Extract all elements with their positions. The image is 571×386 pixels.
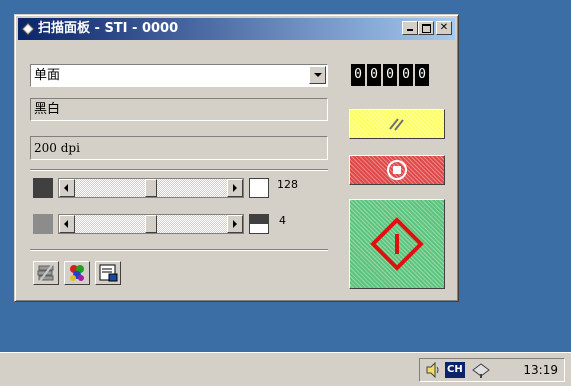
title-bar[interactable]: 扫描面板 - STI - 0000 ✕: [18, 18, 455, 40]
start-scan-button[interactable]: [349, 199, 445, 289]
clock: 13:19: [523, 363, 558, 377]
stop-icon: [387, 160, 407, 180]
minimize-button[interactable]: [402, 21, 418, 35]
scan-mode-select[interactable]: 单面: [30, 64, 328, 87]
divider: [30, 169, 328, 171]
contrast-value: 4: [279, 214, 286, 227]
brightness-light-icon: [249, 178, 269, 198]
app-icon: [21, 22, 35, 36]
scan-panel-window: 扫描面板 - STI - 0000 ✕ 单面 0 0 0 0 0 黑白 200 …: [14, 14, 459, 302]
slider-left-button[interactable]: [59, 215, 75, 233]
preview-button[interactable]: [95, 261, 121, 285]
contrast-slider[interactable]: [58, 214, 244, 234]
chevron-down-icon[interactable]: [309, 66, 326, 84]
close-button[interactable]: ✕: [436, 21, 452, 35]
brightness-slider-thumb[interactable]: [145, 179, 157, 197]
brightness-dark-icon: [33, 178, 53, 198]
color-palette-icon: [70, 265, 84, 281]
counter-digit: 0: [351, 64, 365, 86]
reset-button[interactable]: [349, 109, 445, 139]
language-indicator[interactable]: CH: [445, 362, 465, 378]
contrast-high-icon: [249, 214, 269, 234]
color-mode-field[interactable]: 黑白: [30, 98, 328, 121]
slider-right-button[interactable]: [227, 215, 243, 233]
maximize-button[interactable]: [418, 21, 434, 35]
speaker-icon[interactable]: [425, 362, 443, 378]
color-mode-value: 黑白: [34, 102, 61, 117]
close-icon: ✕: [439, 22, 449, 33]
scan-settings-button[interactable]: [33, 261, 59, 285]
minimize-icon: [407, 29, 413, 31]
divider: [30, 249, 328, 251]
page-counter: 0 0 0 0 0: [351, 64, 429, 86]
brightness-slider[interactable]: [58, 178, 244, 198]
taskbar: CH 13:19: [0, 352, 571, 386]
brightness-value: 128: [277, 178, 298, 191]
system-tray: CH 13:19: [419, 358, 565, 382]
counter-digit: 0: [383, 64, 397, 86]
resolution-value: 200 dpi: [34, 141, 80, 155]
slider-right-button[interactable]: [227, 179, 243, 197]
preview-icon: [99, 264, 118, 282]
contrast-slider-thumb[interactable]: [145, 215, 157, 233]
network-icon[interactable]: [470, 361, 492, 379]
window-title: 扫描面板 - STI - 0000: [38, 21, 179, 36]
start-icon: [370, 217, 424, 271]
color-palette-button[interactable]: [64, 261, 90, 285]
slider-left-button[interactable]: [59, 179, 75, 197]
scan-settings-icon: [37, 264, 54, 282]
stop-button[interactable]: [349, 155, 445, 185]
counter-digit: 0: [367, 64, 381, 86]
resolution-field[interactable]: 200 dpi: [30, 136, 328, 160]
scan-mode-value: 单面: [34, 68, 61, 83]
counter-digit: 0: [415, 64, 429, 86]
maximize-icon: [421, 24, 431, 33]
counter-digit: 0: [399, 64, 413, 86]
reset-icon: [389, 118, 404, 131]
contrast-low-icon: [33, 214, 53, 234]
